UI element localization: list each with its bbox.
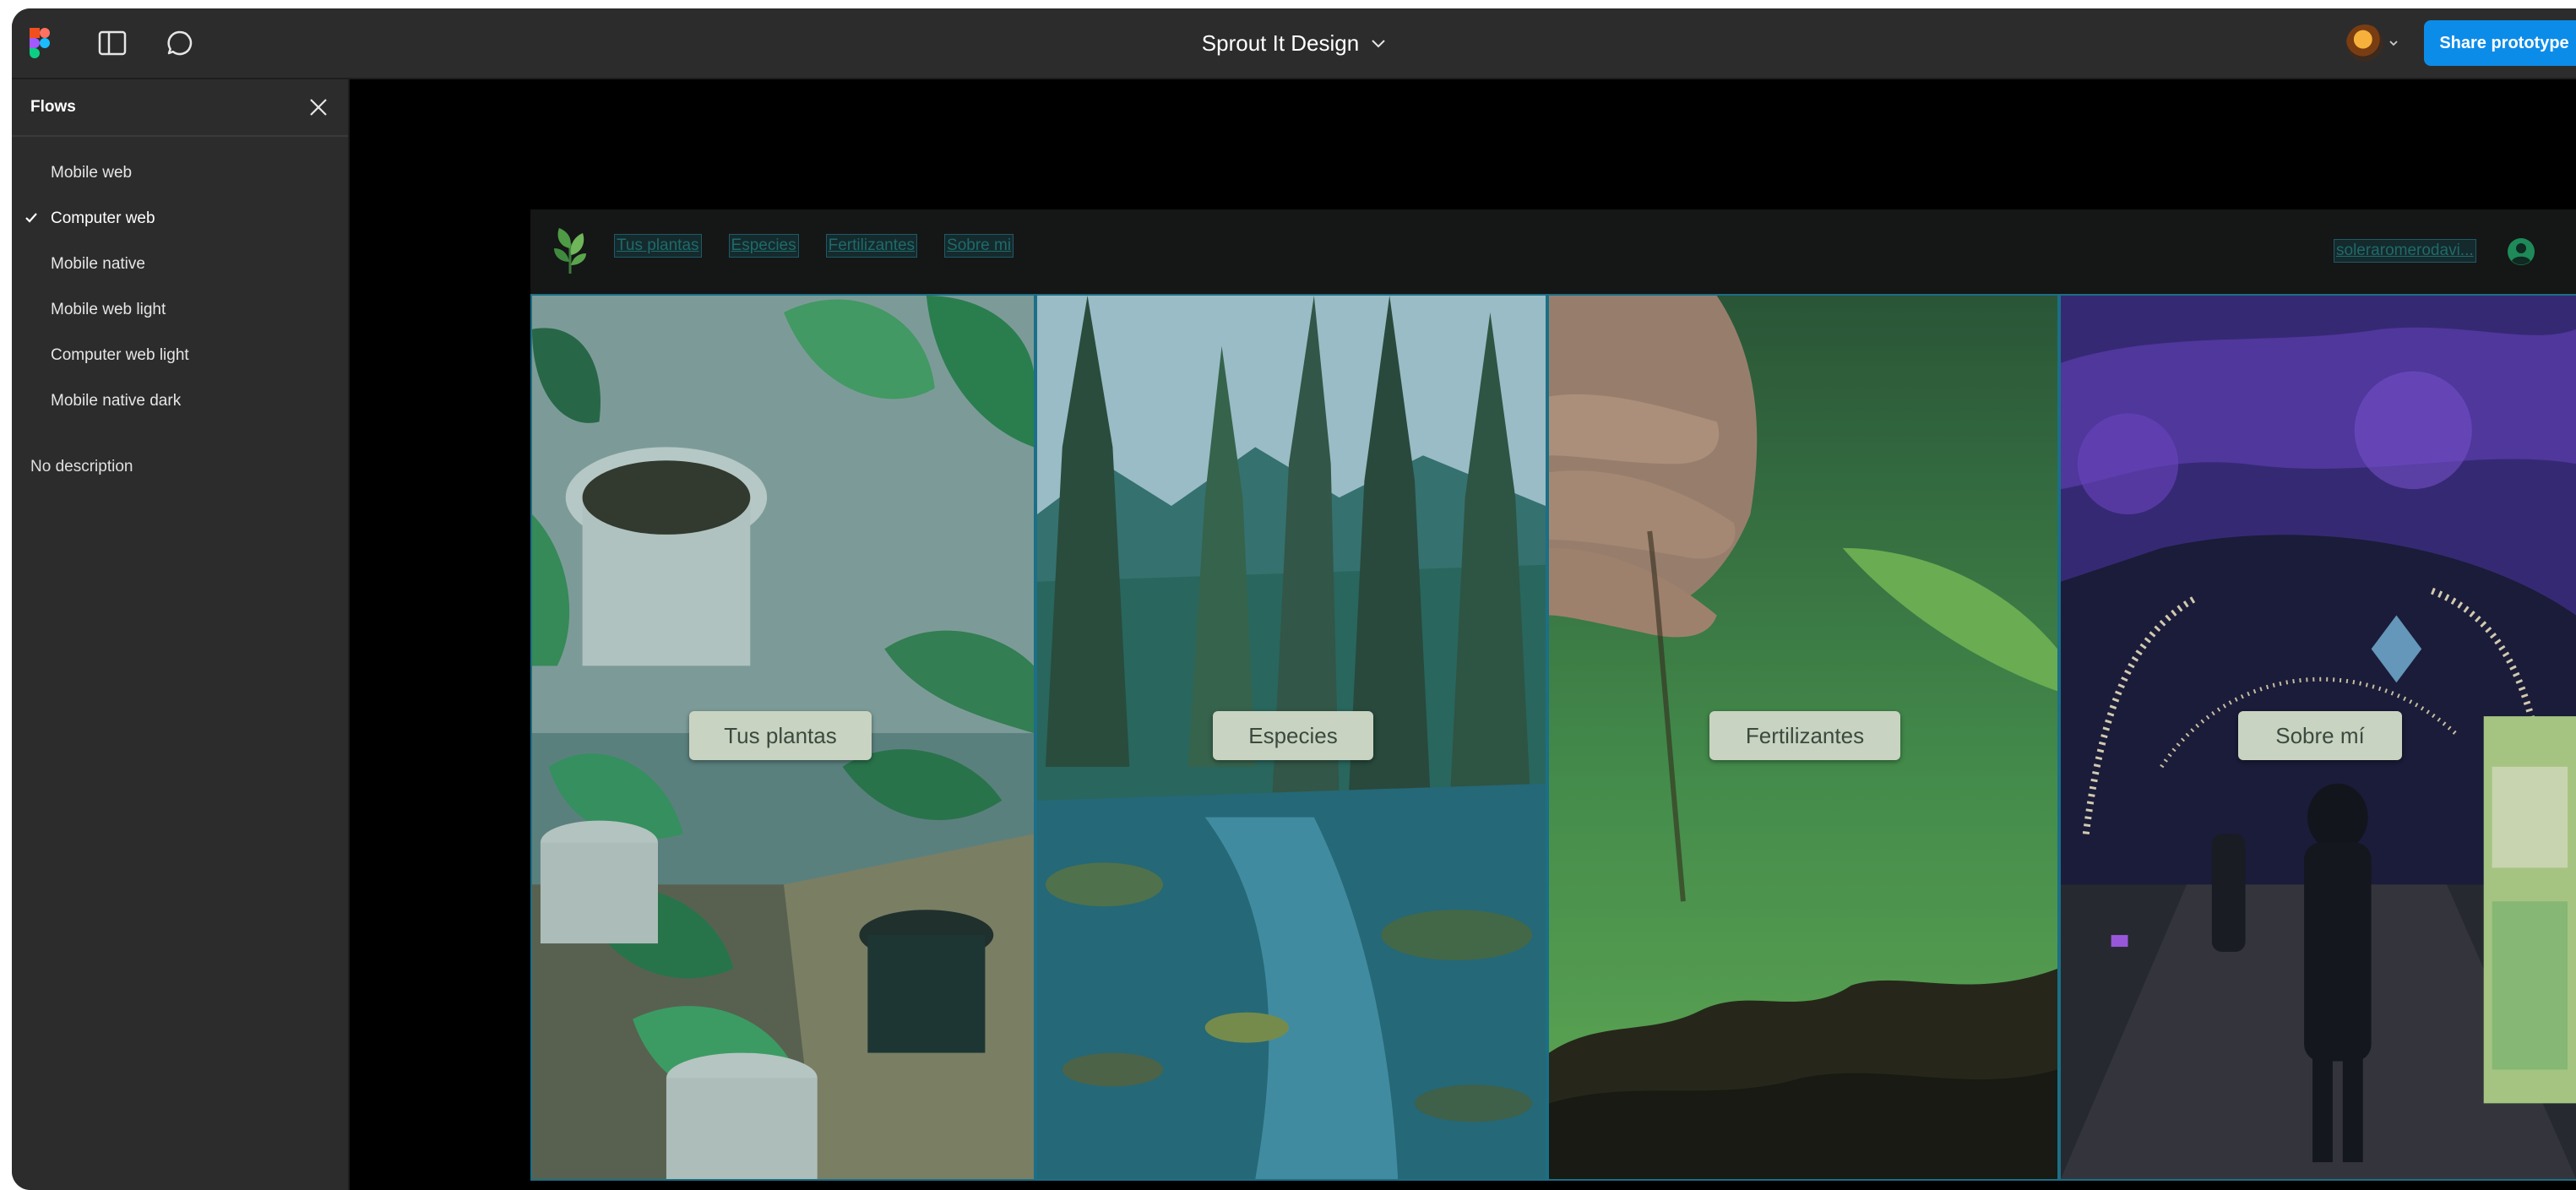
user-email-link[interactable]: soleraromerodavi... [2334, 239, 2476, 263]
top-bar: Sprout It Design Share prototype [12, 8, 2576, 79]
panel-fertilizantes[interactable]: Fertilizantes [1547, 294, 2059, 1181]
flow-item-computer-web-light[interactable]: Computer web light [12, 333, 348, 378]
site-navbar: Tus plantas Especies Fertilizantes Sobre… [530, 209, 2576, 294]
user-circle-icon[interactable] [2507, 237, 2535, 266]
share-prototype-button[interactable]: Share prototype [2424, 20, 2576, 66]
figma-logo-icon[interactable] [29, 27, 51, 59]
flow-item-mobile-native-dark[interactable]: Mobile native dark [12, 378, 348, 424]
panel-sobre-mi[interactable]: Sobre mí [2059, 294, 2576, 1181]
flow-item-label: Mobile web [51, 164, 133, 182]
flow-item-label: Mobile web light [51, 301, 166, 318]
flow-list: Mobile web Computer web Mobile native Mo… [12, 137, 348, 424]
flow-item-mobile-native[interactable]: Mobile native [12, 242, 348, 287]
flow-item-label: Computer web [51, 209, 155, 227]
file-title-wrap: Sprout It Design [12, 8, 2576, 78]
prototype-canvas: Tus plantas Especies Fertilizantes Sobre… [350, 79, 2576, 1190]
panel-label-sobre-mi[interactable]: Sobre mí [2238, 711, 2402, 760]
nav-link-fertilizantes[interactable]: Fertilizantes [825, 234, 918, 258]
avatar[interactable] [2346, 24, 2383, 62]
file-title[interactable]: Sprout It Design [1202, 30, 1359, 57]
comment-icon[interactable] [164, 27, 196, 59]
panel-tus-plantas[interactable]: Tus plantas [530, 294, 1035, 1181]
flows-title: Flows [30, 98, 76, 116]
panel-label-tus-plantas[interactable]: Tus plantas [689, 711, 872, 760]
prototype-frame[interactable]: Tus plantas Especies Fertilizantes Sobre… [530, 209, 2576, 1181]
check-icon [25, 213, 37, 223]
flow-item-label: Computer web light [51, 346, 189, 364]
panel-label-fertilizantes[interactable]: Fertilizantes [1709, 711, 1900, 760]
flow-description: No description [30, 458, 133, 475]
panel-especies[interactable]: Especies [1035, 294, 1547, 1181]
flow-item-mobile-web-light[interactable]: Mobile web light [12, 287, 348, 333]
panel-label-especies[interactable]: Especies [1213, 711, 1373, 760]
flows-header: Flows [12, 79, 348, 137]
chevron-down-icon[interactable] [1371, 38, 1386, 48]
close-icon[interactable] [307, 96, 329, 118]
flow-item-label: Mobile native dark [51, 392, 182, 410]
nav-link-sobre-mi[interactable]: Sobre mi [944, 234, 1014, 258]
nav-link-tus-plantas[interactable]: Tus plantas [614, 234, 702, 258]
site-nav-links: Tus plantas Especies Fertilizantes Sobre… [614, 234, 1014, 258]
flows-panel: Flows Mobile web Computer web Mobile nat… [12, 79, 350, 1190]
chevron-down-icon[interactable] [2389, 40, 2399, 46]
flow-item-computer-web[interactable]: Computer web [12, 196, 348, 242]
flow-item-label: Mobile native [51, 255, 145, 273]
leaf-logo-icon[interactable] [551, 223, 590, 277]
flow-item-mobile-web[interactable]: Mobile web [12, 150, 348, 196]
nav-link-especies[interactable]: Especies [728, 234, 799, 258]
sidebar-toggle-icon[interactable] [96, 27, 128, 59]
prototype-viewer-window: Sprout It Design Share prototype Flows M… [12, 8, 2576, 1190]
category-panels: Tus plantas Especies Fertilizantes Sobre… [530, 294, 2576, 1181]
user-avatar-menu[interactable] [2346, 24, 2399, 62]
